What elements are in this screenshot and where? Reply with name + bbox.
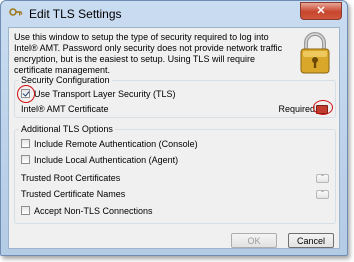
close-icon: ✕	[316, 5, 326, 17]
trusted-root-expand-button[interactable]: ⌃	[316, 174, 329, 183]
non-tls-checkbox[interactable]: Accept Non-TLS Connections	[21, 205, 153, 217]
window-title: Edit TLS Settings	[29, 7, 122, 21]
trusted-names-label: Trusted Certificate Names	[21, 189, 126, 199]
trusted-names-row: Trusted Certificate Names	[21, 188, 125, 200]
local-auth-check-box[interactable]	[21, 155, 30, 164]
key-icon	[9, 8, 23, 16]
trusted-root-label: Trusted Root Certificates	[21, 173, 121, 183]
ok-button[interactable]: OK	[231, 233, 277, 248]
close-button[interactable]: ✕	[300, 2, 342, 20]
remote-auth-check-box[interactable]	[21, 139, 30, 148]
lock-icon	[300, 32, 330, 74]
additional-tls-options-legend: Additional TLS Options	[21, 124, 113, 134]
remote-auth-checkbox[interactable]: Include Remote Authentication (Console)	[21, 138, 198, 150]
edit-tls-settings-dialog: Edit TLS Settings ✕ Use this window to s…	[0, 0, 348, 256]
security-configuration-group: Security Configuration Use Transport Lay…	[14, 75, 336, 118]
use-tls-checkbox[interactable]: Use Transport Layer Security (TLS)	[21, 88, 176, 100]
additional-tls-options-group: Additional TLS Options Include Remote Au…	[14, 124, 336, 224]
certificate-status: Required	[278, 104, 315, 114]
cancel-button[interactable]: Cancel	[288, 233, 334, 248]
remote-auth-label: Include Remote Authentication (Console)	[34, 139, 198, 149]
security-configuration-legend: Security Configuration	[21, 75, 110, 85]
certificate-highlight-circle	[313, 100, 333, 115]
local-auth-checkbox[interactable]: Include Local Authentication (Agent)	[21, 154, 178, 166]
title-bar[interactable]: Edit TLS Settings ✕	[1, 1, 347, 27]
intro-text: Use this window to setup the type of sec…	[14, 32, 283, 75]
trusted-root-row: Trusted Root Certificates	[21, 172, 120, 184]
trusted-names-expand-button[interactable]: ⌃	[316, 190, 329, 199]
tls-highlight-circle	[17, 85, 35, 103]
dialog-body: Use this window to setup the type of sec…	[8, 27, 340, 249]
local-auth-label: Include Local Authentication (Agent)	[34, 155, 179, 165]
non-tls-check-box[interactable]	[21, 206, 30, 215]
non-tls-label: Accept Non-TLS Connections	[34, 206, 153, 216]
amt-certificate-row: Intel® AMT Certificate	[21, 103, 109, 115]
amt-certificate-label: Intel® AMT Certificate	[21, 104, 109, 114]
use-tls-label: Use Transport Layer Security (TLS)	[34, 89, 176, 99]
